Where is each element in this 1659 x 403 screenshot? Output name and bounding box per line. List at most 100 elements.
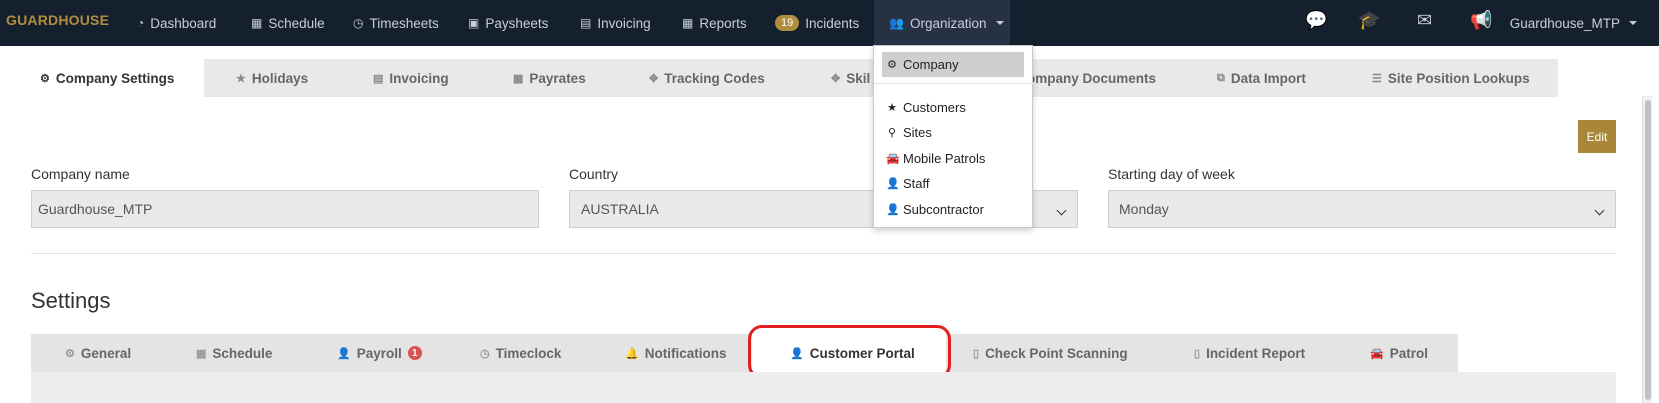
nav-incidents[interactable]: 19 Incidents [775,0,859,46]
settings-content-panel [31,372,1616,403]
settings-heading: Settings [31,288,111,313]
menu-item-label: Subcontractor [903,201,984,217]
envelope-icon[interactable]: ✉ [1417,10,1432,31]
subtab-label: Payroll [356,345,402,361]
incidents-count-badge: 19 [775,15,800,31]
subtab-label: Patrol [1389,345,1428,361]
nav-timesheets[interactable]: ◷ Timesheets [353,0,439,46]
menu-item-label: Mobile Patrols [903,150,986,166]
tab-tracking-codes[interactable]: ✥ Tracking Codes [649,59,765,97]
user-icon: 👤 [886,177,900,190]
calendar-icon: ▦ [513,72,524,85]
nav-label: Invoicing [597,15,651,31]
subtab-label: Schedule [212,345,273,361]
nav-label: Schedule [268,15,325,31]
user-menu[interactable]: Guardhouse_MTP [1510,0,1637,46]
country-label: Country [569,166,619,182]
tab-label: Invoicing [389,70,449,86]
tab-label: Holidays [251,70,309,86]
subtab-payroll[interactable]: 👤 Payroll 1 [337,334,422,372]
menu-item-label: Sites [903,124,932,140]
tab-holidays[interactable]: ★ Holidays [236,59,308,97]
tab-payrates[interactable]: ▦ Payrates [513,59,586,97]
tab-label: Skil [846,70,871,86]
tab-skills[interactable]: ✥ Skil [831,59,870,97]
clock-icon: ◷ [480,347,490,360]
menu-item-company[interactable]: ⚙ Company [882,52,1024,77]
edit-button[interactable]: Edit [1578,120,1616,153]
money-icon: ▣ [468,16,480,30]
subtab-timeclock[interactable]: ◷ Timeclock [480,334,561,372]
invoice-icon: ▤ [580,16,592,30]
menu-item-customers[interactable]: ★ Customers [882,96,966,118]
bullhorn-icon[interactable]: 📢 [1470,10,1492,31]
list-icon: ☰ [1372,72,1382,85]
nav-invoicing[interactable]: ▤ Invoicing [580,0,651,46]
nav-label: Incidents [805,15,860,31]
gear-icon: ⚙ [887,59,897,71]
skills-icon: ✥ [831,72,841,85]
company-name-label: Company name [31,166,130,182]
gear-icon: ⚙ [40,72,50,85]
nav-schedule[interactable]: ▦ Schedule [251,0,325,46]
subtab-patrol[interactable]: 🚘 Patrol [1370,334,1428,372]
customer-portal-highlight [748,325,951,379]
nav-label: Paysheets [485,15,549,31]
user-icon: 👤 [886,203,900,216]
subtab-label: General [80,345,132,361]
nav-dashboard[interactable]: ◔ Dashboard [137,0,216,46]
tab-company-settings[interactable]: ⚙ Company Settings [6,59,204,97]
subtab-general[interactable]: ⚙ General [65,334,131,372]
tab-invoicing[interactable]: ▤ Invoicing [373,59,449,97]
brand-logo[interactable]: GUARDHOUSE [6,12,109,28]
subtab-label: Incident Report [1206,345,1306,361]
graduation-cap-icon[interactable]: 🎓 [1358,10,1380,31]
nav-label: Timesheets [369,15,439,31]
car-icon: 🚘 [1370,347,1384,360]
menu-item-sites[interactable]: ⚲ Sites [882,121,932,143]
star-icon: ★ [887,101,897,114]
tab-site-position-lookups[interactable]: ☰ Site Position Lookups [1372,59,1530,97]
menu-item-mobile-patrols[interactable]: 🚘 Mobile Patrols [882,147,985,169]
starting-day-select[interactable]: Monday [1108,190,1616,228]
organization-dropdown: ⚙ Company ★ Customers ⚲ Sites 🚘 Mobile P… [873,45,1034,228]
subtab-label: Check Point Scanning [985,345,1128,361]
menu-item-subcontractor[interactable]: 👤 Subcontractor [882,198,984,220]
tab-label: ompany Documents [1027,70,1157,86]
nav-label: Organization [909,15,987,31]
users-icon: 👥 [889,16,904,30]
nav-paysheets[interactable]: ▣ Paysheets [468,0,548,46]
tab-label: Site Position Lookups [1387,70,1530,86]
user-icon: 👤 [337,347,351,360]
clock-icon: ◷ [353,16,364,30]
nav-organization[interactable]: 👥 Organization [874,0,1010,46]
file-icon: ▯ [1194,347,1201,360]
starting-day-label: Starting day of week [1108,166,1235,182]
tab-data-import[interactable]: ⧉ Data Import [1217,59,1306,97]
user-name: Guardhouse_MTP [1509,15,1620,31]
subtab-incident-report[interactable]: ▯ Incident Report [1194,334,1305,372]
star-icon: ★ [236,72,246,85]
company-name-field[interactable]: Guardhouse_MTP [31,190,539,228]
vertical-scrollbar[interactable] [1642,96,1652,403]
nav-label: Reports [699,15,747,31]
tab-company-documents[interactable]: ompany Documents [1027,59,1156,97]
subtab-label: Timeclock [495,345,562,361]
top-navbar: GUARDHOUSE ◔ Dashboard ▦ Schedule ◷ Time… [0,0,1659,46]
nav-reports[interactable]: ▦ Reports [682,0,747,46]
scrollbar-thumb[interactable] [1645,100,1651,400]
import-icon: ⧉ [1217,71,1225,84]
tab-label: Payrates [529,70,586,86]
chat-icon[interactable]: 💬 [1305,10,1327,31]
subtab-schedule[interactable]: ▦ Schedule [196,334,272,372]
settings-tabbar: ⚙ Company Settings ★ Holidays ▤ Invoicin… [6,59,1558,97]
menu-item-staff[interactable]: 👤 Staff [882,172,930,194]
caret-down-icon [1629,21,1637,25]
subtab-notifications[interactable]: 🔔 Notifications [625,334,726,372]
car-icon: 🚘 [886,152,900,165]
subtab-check-point-scanning[interactable]: ▯ Check Point Scanning [973,334,1128,372]
table-icon: ▦ [682,16,694,30]
payroll-alert-badge: 1 [407,346,422,360]
tab-label: Data Import [1230,70,1306,86]
invoice-icon: ▤ [373,72,384,85]
